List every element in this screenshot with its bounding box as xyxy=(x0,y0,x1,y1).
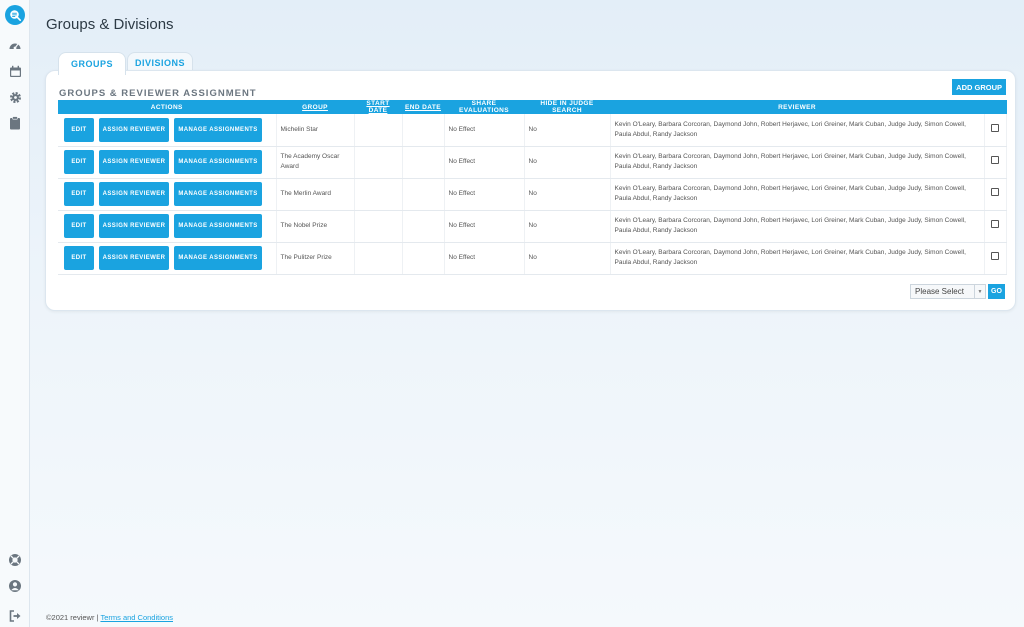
edit-button[interactable]: EDIT xyxy=(64,214,94,238)
select-cell xyxy=(984,114,1007,147)
assign-reviewer-button[interactable]: ASSIGN REVIEWER xyxy=(99,182,169,206)
manage-assignments-button[interactable]: MANAGE ASSIGNMENTS xyxy=(174,150,262,174)
group-name-cell: The Academy Oscar Award xyxy=(276,146,355,179)
start-date-cell xyxy=(354,114,403,147)
assign-reviewer-button[interactable]: ASSIGN REVIEWER xyxy=(99,150,169,174)
edit-button[interactable]: EDIT xyxy=(64,246,94,270)
dashboard-gauge-icon[interactable] xyxy=(7,38,23,54)
end-date-cell xyxy=(402,242,445,275)
start-date-cell xyxy=(354,146,403,179)
reviewer-cell: Kevin O'Leary, Barbara Corcoran, Daymond… xyxy=(610,114,985,147)
actions-cell: EDIT ASSIGN REVIEWER MANAGE ASSIGNMENTS xyxy=(58,242,277,275)
select-cell xyxy=(984,242,1007,275)
select-cell xyxy=(984,210,1007,243)
reviewer-cell: Kevin O'Leary, Barbara Corcoran, Daymond… xyxy=(610,210,985,243)
table-header-row: ACTIONS GROUP START DATE END DATE SHARE … xyxy=(58,100,1007,114)
table-body: EDIT ASSIGN REVIEWER MANAGE ASSIGNMENTS Mi… xyxy=(58,114,1007,275)
header-start-date[interactable]: START DATE xyxy=(354,100,403,114)
header-select xyxy=(984,100,1007,114)
table-row: EDIT ASSIGN REVIEWER MANAGE ASSIGNMENTS Th… xyxy=(58,242,1007,275)
end-date-cell xyxy=(402,210,445,243)
start-date-cell xyxy=(354,242,403,275)
actions-cell: EDIT ASSIGN REVIEWER MANAGE ASSIGNMENTS xyxy=(58,114,277,147)
edit-button[interactable]: EDIT xyxy=(64,117,94,142)
row-checkbox[interactable] xyxy=(991,252,999,261)
start-date-cell xyxy=(354,210,403,243)
bulk-action-bar: Please Select ▼ GO xyxy=(910,284,1005,299)
row-checkbox[interactable] xyxy=(991,123,999,132)
hide-in-judge-search-cell: No xyxy=(524,146,611,179)
group-name-cell: The Pulitzer Prize xyxy=(276,242,355,275)
groups-table: ACTIONS GROUP START DATE END DATE SHARE … xyxy=(58,100,1007,275)
hide-in-judge-search-cell: No xyxy=(524,178,611,211)
panel-title: GROUPS & REVIEWER ASSIGNMENT xyxy=(59,88,257,99)
share-evaluations-cell: No Effect xyxy=(444,146,525,179)
group-name-cell: The Merlin Award xyxy=(276,178,355,211)
manage-assignments-button[interactable]: MANAGE ASSIGNMENTS xyxy=(174,182,262,206)
group-name-cell: The Nobel Prize xyxy=(276,210,355,243)
row-checkbox[interactable] xyxy=(991,220,999,229)
go-button[interactable]: GO xyxy=(988,284,1005,299)
end-date-cell xyxy=(402,146,445,179)
hide-in-judge-search-cell: No xyxy=(524,114,611,147)
assign-reviewer-button[interactable]: ASSIGN REVIEWER xyxy=(99,246,169,270)
edit-button[interactable]: EDIT xyxy=(64,150,94,174)
end-date-cell xyxy=(402,114,445,147)
row-checkbox[interactable] xyxy=(991,188,999,197)
header-hide-in-judge-search: HIDE IN JUDGE SEARCH xyxy=(524,100,611,114)
add-group-button[interactable]: ADD GROUP xyxy=(952,79,1006,95)
header-actions: ACTIONS xyxy=(58,100,277,114)
bulk-action-select-value: Please Select xyxy=(915,287,964,296)
select-cell xyxy=(984,146,1007,179)
reviewer-cell: Kevin O'Leary, Barbara Corcoran, Daymond… xyxy=(610,242,985,275)
header-reviewer: REVIEWER xyxy=(610,100,985,114)
header-end-date[interactable]: END DATE xyxy=(402,100,445,114)
manage-assignments-button[interactable]: MANAGE ASSIGNMENTS xyxy=(174,246,262,270)
reviewer-cell: Kevin O'Leary, Barbara Corcoran, Daymond… xyxy=(610,178,985,211)
header-share-evaluations: SHARE EVALUATIONS xyxy=(444,100,525,114)
help-lifebuoy-icon[interactable] xyxy=(7,552,23,568)
actions-cell: EDIT ASSIGN REVIEWER MANAGE ASSIGNMENTS xyxy=(58,210,277,243)
app-logo-icon[interactable] xyxy=(5,5,25,25)
page-title: Groups & Divisions xyxy=(46,16,174,33)
share-evaluations-cell: No Effect xyxy=(444,210,525,243)
assign-reviewer-button[interactable]: ASSIGN REVIEWER xyxy=(99,214,169,238)
chevron-down-icon[interactable]: ▼ xyxy=(974,285,985,298)
share-evaluations-cell: No Effect xyxy=(444,178,525,211)
manage-assignments-button[interactable]: MANAGE ASSIGNMENTS xyxy=(174,214,262,238)
share-evaluations-cell: No Effect xyxy=(444,114,525,147)
actions-cell: EDIT ASSIGN REVIEWER MANAGE ASSIGNMENTS xyxy=(58,178,277,211)
table-row: EDIT ASSIGN REVIEWER MANAGE ASSIGNMENTS Th… xyxy=(58,178,1007,211)
reviewer-cell: Kevin O'Leary, Barbara Corcoran, Daymond… xyxy=(610,146,985,179)
calendar-icon[interactable] xyxy=(7,63,23,79)
header-group[interactable]: GROUP xyxy=(276,100,355,114)
bulk-action-select[interactable]: Please Select ▼ xyxy=(910,284,986,299)
gear-icon[interactable] xyxy=(7,89,23,105)
group-name-cell: Michelin Star xyxy=(276,114,355,147)
footer: ©2021 reviewr | Terms and Conditions xyxy=(46,613,173,622)
table-row: EDIT ASSIGN REVIEWER MANAGE ASSIGNMENTS Th… xyxy=(58,210,1007,243)
end-date-cell xyxy=(402,178,445,211)
actions-cell: EDIT ASSIGN REVIEWER MANAGE ASSIGNMENTS xyxy=(58,146,277,179)
logout-icon[interactable] xyxy=(7,608,23,624)
hide-in-judge-search-cell: No xyxy=(524,242,611,275)
table-row: EDIT ASSIGN REVIEWER MANAGE ASSIGNMENTS Th… xyxy=(58,146,1007,179)
tab-groups[interactable]: GROUPS xyxy=(58,52,127,75)
user-icon[interactable] xyxy=(7,578,23,594)
select-cell xyxy=(984,178,1007,211)
footer-copyright: ©2021 reviewr | xyxy=(46,613,99,622)
row-checkbox[interactable] xyxy=(991,156,999,165)
terms-link[interactable]: Terms and Conditions xyxy=(100,613,173,622)
clipboard-icon[interactable] xyxy=(7,115,23,131)
edit-button[interactable]: EDIT xyxy=(64,182,94,206)
manage-assignments-button[interactable]: MANAGE ASSIGNMENTS xyxy=(174,117,262,142)
sidebar xyxy=(0,0,30,627)
assign-reviewer-button[interactable]: ASSIGN REVIEWER xyxy=(99,117,169,142)
share-evaluations-cell: No Effect xyxy=(444,242,525,275)
table-row: EDIT ASSIGN REVIEWER MANAGE ASSIGNMENTS Mi… xyxy=(58,114,1007,147)
hide-in-judge-search-cell: No xyxy=(524,210,611,243)
groups-panel: GROUPS & REVIEWER ASSIGNMENT ADD GROUP A… xyxy=(45,70,1016,311)
start-date-cell xyxy=(354,178,403,211)
